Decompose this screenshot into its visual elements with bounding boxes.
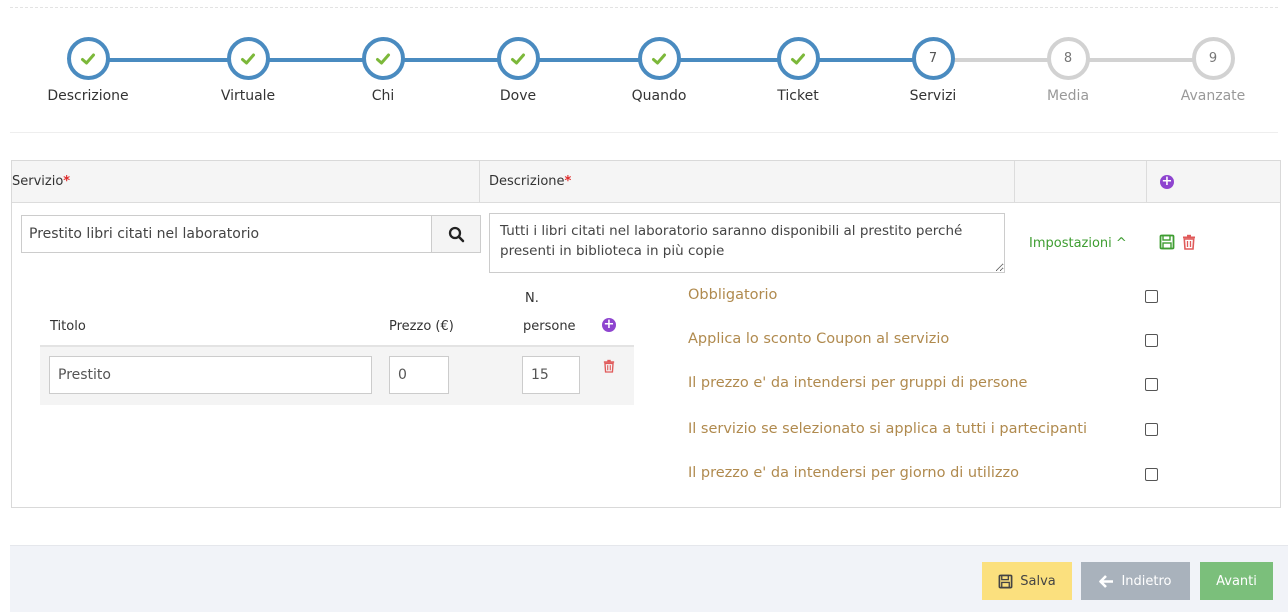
checkbox-sconto-coupon[interactable] (1145, 334, 1158, 347)
checkbox-giorno-utilizzo[interactable] (1145, 468, 1158, 481)
check-icon (791, 53, 805, 64)
step-number: 9 (1191, 37, 1235, 80)
add-icon: + (602, 317, 616, 332)
checkbox-gruppi-persone[interactable] (1145, 378, 1158, 391)
col-titolo: Titolo (50, 319, 86, 334)
step-circle (66, 37, 110, 80)
settings-toggle[interactable]: Impostazioni ^ (1029, 236, 1127, 251)
checkbox-tutti-partecipanti[interactable] (1145, 423, 1158, 436)
step-quando[interactable]: Quando (589, 37, 729, 104)
step-circle (361, 37, 405, 80)
add-icon: + (1160, 174, 1174, 189)
col-prezzo: Prezzo (€) (389, 319, 454, 334)
services-header: Servizio* Descrizione* + (12, 161, 1280, 203)
step-virtuale[interactable]: Virtuale (178, 37, 318, 104)
step-label: Ticket (777, 88, 819, 104)
section-divider (10, 132, 1278, 133)
arrow-left-icon (1099, 574, 1114, 588)
search-button[interactable] (431, 216, 480, 252)
step-number: 7 (911, 37, 955, 80)
option-gruppi-persone: Il prezzo e' da intendersi per gruppi di… (688, 375, 1028, 391)
step-chi[interactable]: Chi (313, 37, 453, 104)
save-icon (998, 574, 1013, 588)
step-circle (637, 37, 681, 80)
price-value-input[interactable] (389, 356, 449, 394)
add-service-button[interactable]: + (1160, 161, 1174, 202)
next-button[interactable]: Avanti (1200, 562, 1273, 600)
add-price-row-button[interactable]: + (602, 317, 616, 332)
price-title-input[interactable] (49, 356, 372, 394)
step-descrizione[interactable]: Descrizione (18, 37, 158, 104)
option-tutti-partecipanti: Il servizio se selezionato si applica a … (688, 421, 1088, 437)
step-label: Media (1046, 88, 1090, 104)
form-footer: Salva Indietro Avanti (10, 545, 1288, 612)
col-persone-line2: persone (523, 319, 576, 334)
save-service-button[interactable] (1159, 234, 1175, 254)
step-label: Virtuale (220, 88, 276, 104)
back-button[interactable]: Indietro (1081, 562, 1190, 600)
service-input[interactable] (22, 216, 430, 252)
step-number: 8 (1046, 37, 1090, 80)
delete-service-button[interactable] (1182, 234, 1196, 254)
col-persone-line1: N. (525, 291, 539, 306)
check-icon (376, 53, 390, 64)
check-icon (81, 53, 95, 64)
header-descrizione: Descrizione* (489, 174, 572, 189)
step-label: Chi (371, 88, 395, 104)
step-label: Avanzate (1180, 88, 1246, 104)
step-dove[interactable]: Dove (448, 37, 588, 104)
step-avanzate[interactable]: 9 Avanzate (1143, 37, 1283, 104)
trash-icon (603, 359, 615, 373)
delete-price-row-button[interactable] (603, 359, 615, 377)
services-panel: Servizio* Descrizione* + Tutti i libri c… (11, 160, 1281, 508)
pricing-table: Titolo Prezzo (€) N. persone + (40, 274, 634, 405)
people-count-input[interactable] (522, 356, 580, 394)
check-icon (652, 53, 666, 64)
check-icon (511, 53, 525, 64)
check-icon (241, 53, 255, 64)
checkbox-obbligatorio[interactable] (1145, 290, 1158, 303)
back-button-label: Indietro (1121, 573, 1172, 589)
option-sconto-coupon: Applica lo sconto Coupon al servizio (688, 331, 950, 347)
option-giorno-utilizzo: Il prezzo e' da intendersi per giorno di… (688, 465, 1019, 481)
save-button[interactable]: Salva (982, 562, 1072, 600)
header-servizio: Servizio* (12, 174, 71, 189)
step-label: Dove (499, 88, 537, 104)
description-textarea[interactable]: Tutti i libri citati nel laboratorio sar… (489, 213, 1005, 273)
step-circle (226, 37, 270, 80)
step-ticket[interactable]: Ticket (728, 37, 868, 104)
step-media[interactable]: 8 Media (998, 37, 1138, 104)
save-icon (1159, 234, 1175, 250)
step-label: Servizi (909, 88, 957, 104)
wizard-stepper: Descrizione Virtuale Chi Dove Quando Tic… (0, 0, 1288, 135)
save-button-label: Salva (1020, 573, 1056, 589)
service-search (21, 215, 481, 253)
search-icon (448, 226, 464, 242)
trash-icon (1183, 234, 1195, 250)
step-circle (776, 37, 820, 80)
step-circle (496, 37, 540, 80)
step-label: Descrizione (47, 88, 129, 104)
step-label: Quando (631, 88, 687, 104)
step-servizi[interactable]: 7 Servizi (863, 37, 1003, 104)
next-button-label: Avanti (1216, 573, 1257, 589)
option-obbligatorio: Obbligatorio (688, 287, 778, 303)
